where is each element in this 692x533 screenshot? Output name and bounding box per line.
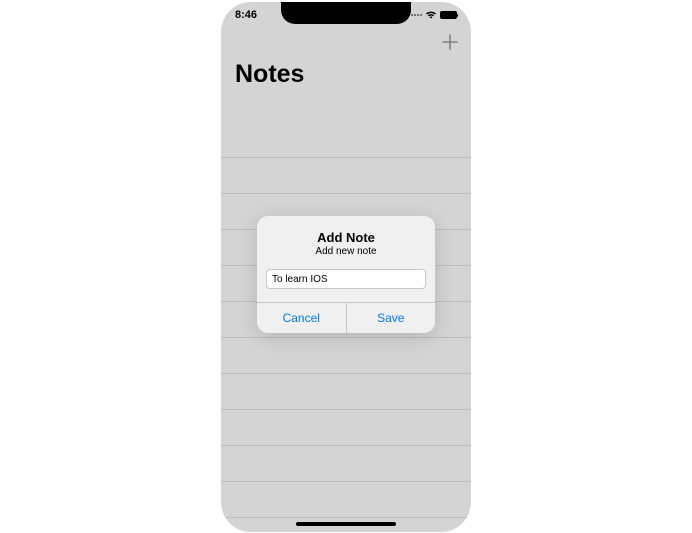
phone-frame: 8:46 Notes Add Note Add: [221, 2, 471, 532]
note-text-input[interactable]: [266, 269, 426, 289]
save-button[interactable]: Save: [346, 303, 436, 333]
alert-subtitle: Add new note: [267, 246, 425, 257]
status-indicators: [411, 10, 457, 19]
status-time: 8:46: [235, 9, 257, 21]
device-notch: [281, 2, 411, 24]
add-note-alert: Add Note Add new note Cancel Save: [257, 216, 435, 334]
cellular-signal-icon: [411, 14, 422, 16]
alert-buttons: Cancel Save: [257, 302, 435, 333]
wifi-icon: [425, 10, 437, 19]
battery-icon: [440, 11, 457, 19]
alert-input-container: [257, 261, 435, 303]
add-note-button[interactable]: [441, 33, 459, 51]
cancel-button[interactable]: Cancel: [257, 303, 346, 333]
page-title: Notes: [235, 60, 304, 89]
alert-header: Add Note Add new note: [257, 216, 435, 261]
navigation-bar: [221, 24, 471, 60]
home-indicator[interactable]: [296, 522, 396, 526]
alert-title: Add Note: [267, 230, 425, 245]
